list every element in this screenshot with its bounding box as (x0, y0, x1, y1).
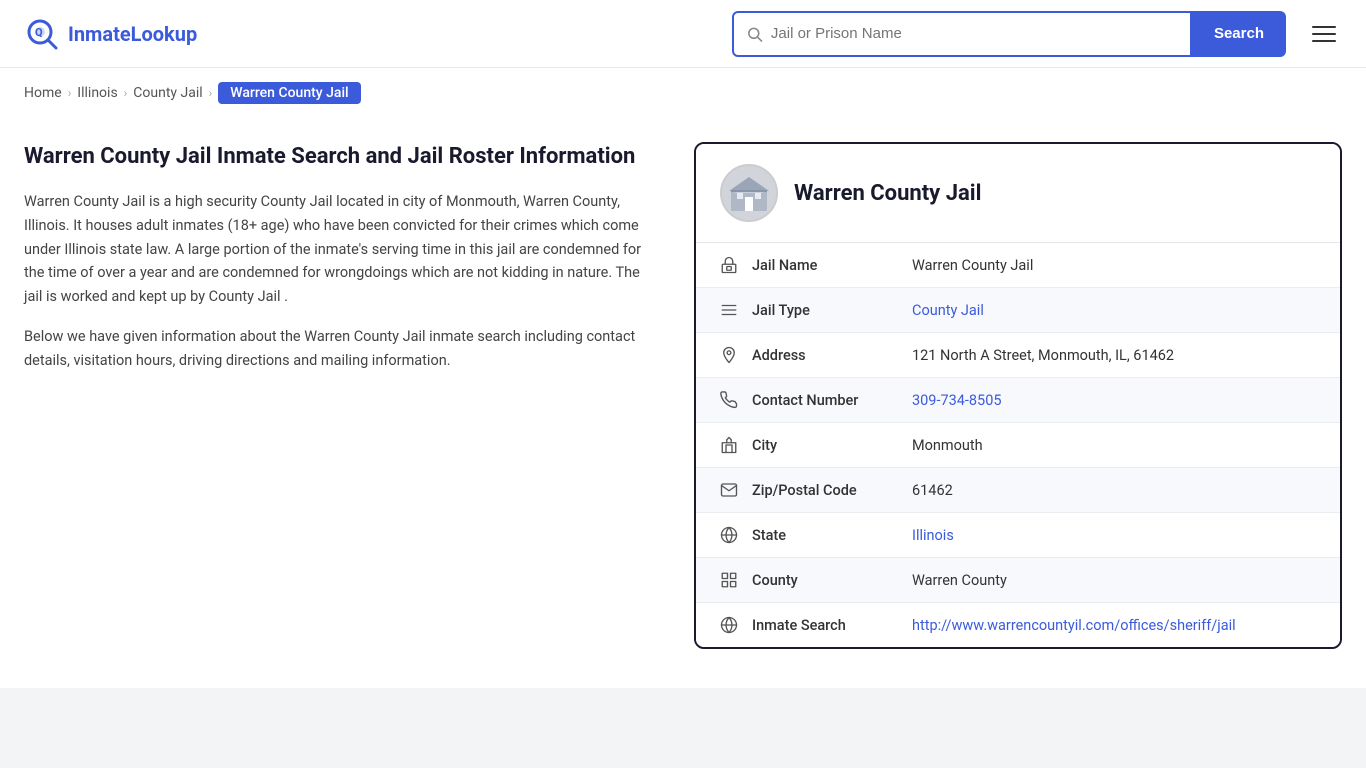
chevron-icon-2: › (124, 86, 128, 100)
info-row: Address121 North A Street, Monmouth, IL,… (696, 333, 1340, 378)
row-value: 61462 (912, 482, 1316, 499)
left-panel: Warren County Jail Inmate Search and Jai… (24, 142, 664, 649)
phone-icon (720, 391, 752, 409)
row-label: Zip/Postal Code (752, 482, 912, 499)
jail-avatar (720, 164, 778, 222)
logo-icon: Q (24, 16, 60, 52)
row-label: County (752, 572, 912, 589)
breadcrumb-home[interactable]: Home (24, 85, 62, 101)
main-content: Warren County Jail Inmate Search and Jai… (0, 118, 1366, 673)
chevron-icon-1: › (68, 86, 72, 100)
card-jail-name: Warren County Jail (794, 181, 981, 206)
svg-text:Q: Q (35, 26, 43, 39)
row-label: Inmate Search (752, 617, 912, 634)
row-value: Warren County (912, 572, 1316, 589)
page-title: Warren County Jail Inmate Search and Jai… (24, 142, 644, 172)
logo-prefix: Inmate (68, 22, 131, 46)
info-card: Warren County Jail Jail NameWarren Count… (694, 142, 1342, 649)
row-value: Illinois (912, 527, 1316, 544)
row-value: County Jail (912, 302, 1316, 319)
row-label: City (752, 437, 912, 454)
city-icon (720, 436, 752, 454)
right-panel: Warren County Jail Jail NameWarren Count… (694, 142, 1342, 649)
logo-text: InmateLookup (68, 22, 197, 46)
footer-area (0, 688, 1366, 768)
search-button[interactable]: Search (1192, 11, 1286, 57)
jail-building-icon (727, 171, 771, 215)
zip-icon (720, 481, 752, 499)
info-row: StateIllinois (696, 513, 1340, 558)
header: Q InmateLookup Search (0, 0, 1366, 68)
row-value: 121 North A Street, Monmouth, IL, 61462 (912, 347, 1316, 364)
row-value: http://www.warrencountyil.com/offices/sh… (912, 617, 1316, 634)
hamburger-menu[interactable] (1306, 20, 1342, 48)
info-row: CityMonmouth (696, 423, 1340, 468)
search-icon (746, 25, 763, 43)
row-value-link[interactable]: Illinois (912, 527, 954, 544)
row-value: 309-734-8505 (912, 392, 1316, 409)
info-table: Jail NameWarren County JailJail TypeCoun… (696, 243, 1340, 647)
type-icon (720, 301, 752, 319)
info-row: Contact Number309-734-8505 (696, 378, 1340, 423)
row-label: Contact Number (752, 392, 912, 409)
row-label: Jail Name (752, 257, 912, 274)
hamburger-line-3 (1312, 40, 1336, 42)
address-icon (720, 346, 752, 364)
page-description-2: Below we have given information about th… (24, 325, 644, 373)
county-icon (720, 571, 752, 589)
info-row: Jail NameWarren County Jail (696, 243, 1340, 288)
page-description-1: Warren County Jail is a high security Co… (24, 190, 644, 310)
row-value: Warren County Jail (912, 257, 1316, 274)
state-icon (720, 526, 752, 544)
info-row: Jail TypeCounty Jail (696, 288, 1340, 333)
breadcrumb: Home › Illinois › County Jail › Warren C… (0, 68, 1366, 118)
search-input[interactable] (771, 25, 1178, 42)
row-value-link[interactable]: http://www.warrencountyil.com/offices/sh… (912, 617, 1236, 634)
row-value-link[interactable]: 309-734-8505 (912, 392, 1002, 409)
chevron-icon-3: › (209, 86, 213, 100)
card-header: Warren County Jail (696, 144, 1340, 243)
row-label: Address (752, 347, 912, 364)
search-input-wrapper (732, 11, 1192, 57)
web-icon (720, 616, 752, 634)
logo-suffix: Lookup (131, 22, 198, 46)
info-row: Inmate Searchhttp://www.warrencountyil.c… (696, 603, 1340, 647)
row-label: State (752, 527, 912, 544)
hamburger-line-2 (1312, 33, 1336, 35)
search-area: Search (732, 11, 1286, 57)
row-label: Jail Type (752, 302, 912, 319)
info-row: Zip/Postal Code61462 (696, 468, 1340, 513)
row-value-link[interactable]: County Jail (912, 302, 984, 319)
logo-area: Q InmateLookup (24, 16, 197, 52)
breadcrumb-active: Warren County Jail (218, 82, 360, 104)
row-value: Monmouth (912, 437, 1316, 454)
hamburger-line-1 (1312, 26, 1336, 28)
breadcrumb-illinois[interactable]: Illinois (77, 85, 117, 101)
jail-icon (720, 256, 752, 274)
breadcrumb-county-jail[interactable]: County Jail (133, 85, 202, 101)
info-row: CountyWarren County (696, 558, 1340, 603)
